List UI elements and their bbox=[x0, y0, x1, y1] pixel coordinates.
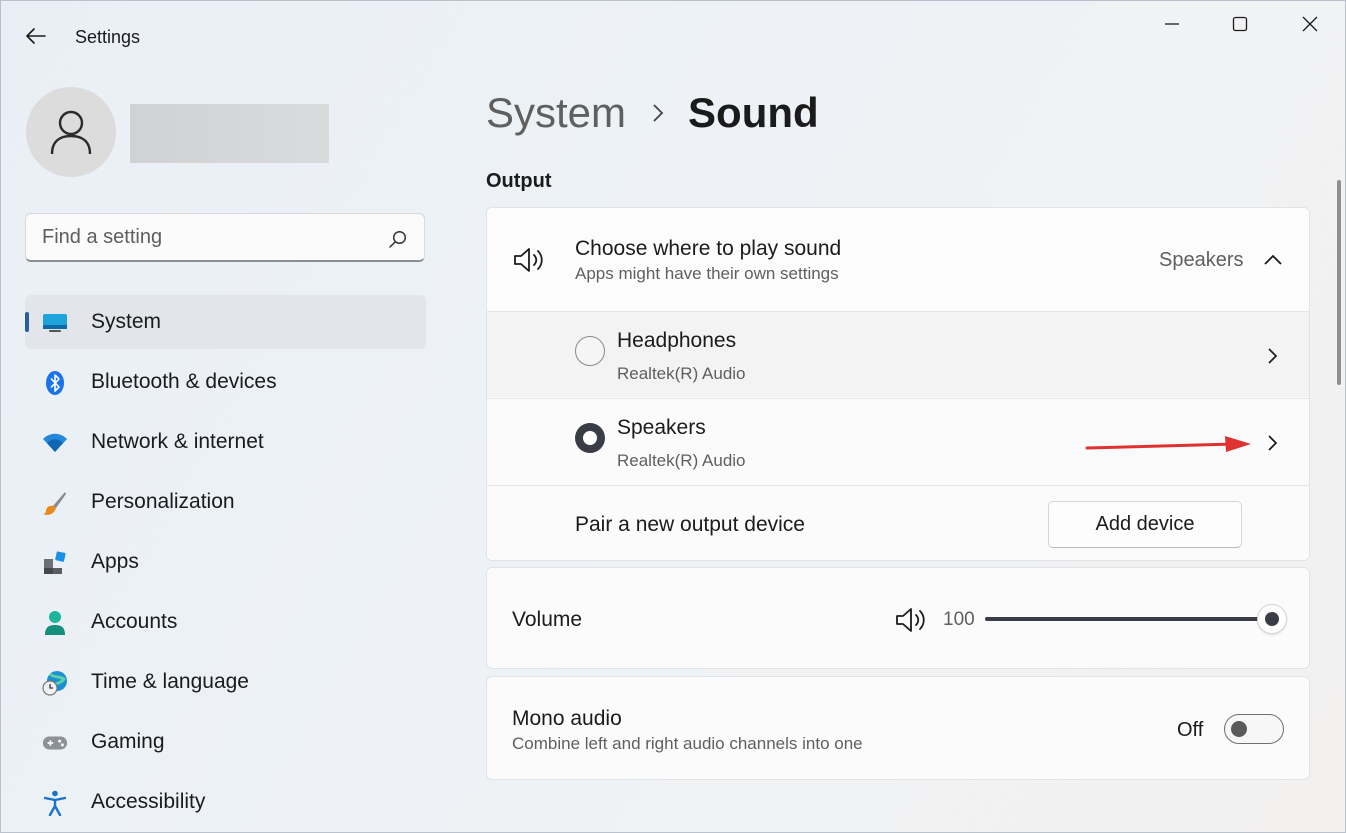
chevron-right-icon[interactable] bbox=[1263, 346, 1283, 366]
minimize-icon bbox=[1165, 23, 1179, 25]
chevron-right-icon[interactable] bbox=[1263, 433, 1283, 453]
maximize-icon bbox=[1232, 16, 1248, 32]
output-card: Choose where to play sound Apps might ha… bbox=[486, 207, 1310, 561]
minimize-button[interactable] bbox=[1138, 0, 1206, 48]
sidebar-item-label: Apps bbox=[91, 550, 139, 573]
system-display-icon bbox=[42, 310, 68, 336]
avatar[interactable] bbox=[26, 87, 116, 177]
page-title: Sound bbox=[688, 89, 819, 136]
sidebar-item-label: Accounts bbox=[91, 610, 178, 633]
sidebar-item-label: Accessibility bbox=[91, 790, 206, 813]
sidebar-item-label: Time & language bbox=[91, 670, 249, 693]
speaker-icon bbox=[514, 248, 543, 272]
paintbrush-icon bbox=[42, 490, 68, 516]
volume-icon[interactable] bbox=[895, 606, 929, 634]
wifi-icon bbox=[42, 430, 68, 456]
mono-audio-card: Mono audio Combine left and right audio … bbox=[486, 676, 1310, 780]
globe-clock-icon bbox=[42, 670, 68, 696]
chevron-right-icon bbox=[652, 103, 664, 123]
bluetooth-icon bbox=[42, 370, 68, 396]
sidebar-item-label: Network & internet bbox=[91, 430, 264, 453]
output-device-headphones[interactable]: Headphones Realtek(R) Audio bbox=[487, 311, 1309, 397]
sidebar-item-apps[interactable]: Apps bbox=[25, 535, 426, 589]
device-name: Headphones bbox=[617, 329, 737, 352]
sidebar-item-accessibility[interactable]: Accessibility bbox=[25, 775, 426, 829]
search-box[interactable] bbox=[25, 213, 425, 262]
sidebar-item-system[interactable]: System bbox=[25, 295, 426, 349]
gamepad-icon bbox=[42, 730, 68, 756]
close-icon bbox=[1302, 16, 1318, 32]
radio-speakers[interactable] bbox=[575, 423, 605, 453]
search-icon[interactable] bbox=[388, 229, 408, 249]
choose-output-title: Choose where to play sound bbox=[575, 237, 842, 260]
breadcrumb: System Sound bbox=[486, 86, 819, 140]
profile-name-redacted bbox=[130, 104, 329, 163]
chevron-up-icon[interactable] bbox=[1262, 250, 1284, 270]
sidebar-item-time-language[interactable]: Time & language bbox=[25, 655, 426, 709]
device-driver: Realtek(R) Audio bbox=[617, 364, 746, 383]
mono-audio-title: Mono audio bbox=[512, 707, 622, 730]
accounts-icon bbox=[42, 610, 68, 636]
sidebar-item-network[interactable]: Network & internet bbox=[25, 415, 426, 469]
mono-audio-state: Off bbox=[1177, 719, 1204, 741]
device-driver: Realtek(R) Audio bbox=[617, 451, 746, 470]
pair-output-row: Pair a new output device Add device bbox=[487, 485, 1309, 560]
sidebar-item-label: Personalization bbox=[91, 490, 235, 513]
sidebar-item-accounts[interactable]: Accounts bbox=[25, 595, 426, 649]
volume-slider-thumb[interactable] bbox=[1257, 604, 1287, 634]
sidebar-item-label: Bluetooth & devices bbox=[91, 370, 277, 393]
sidebar-nav: System Bluetooth & devices Network & int… bbox=[25, 295, 426, 833]
add-device-button[interactable]: Add device bbox=[1048, 501, 1242, 548]
sidebar-item-gaming[interactable]: Gaming bbox=[25, 715, 426, 769]
apps-icon bbox=[42, 550, 68, 576]
volume-card: Volume 100 bbox=[486, 567, 1310, 669]
radio-headphones[interactable] bbox=[575, 336, 605, 366]
choose-output-header[interactable]: Choose where to play sound Apps might ha… bbox=[487, 208, 1309, 310]
search-input[interactable] bbox=[42, 224, 372, 250]
sidebar-item-bluetooth[interactable]: Bluetooth & devices bbox=[25, 355, 426, 409]
active-indicator bbox=[25, 312, 29, 332]
user-icon bbox=[50, 110, 92, 155]
back-arrow-icon bbox=[26, 28, 46, 44]
scrollbar[interactable] bbox=[1337, 180, 1341, 385]
device-name: Speakers bbox=[617, 416, 706, 439]
choose-output-subtitle: Apps might have their own settings bbox=[575, 264, 839, 283]
maximize-button[interactable] bbox=[1206, 0, 1274, 48]
volume-slider-fill bbox=[985, 617, 1265, 621]
pair-output-label: Pair a new output device bbox=[575, 513, 805, 536]
selected-output-value: Speakers bbox=[1159, 249, 1244, 271]
annotation-arrow-icon bbox=[1085, 436, 1251, 452]
section-title-output: Output bbox=[486, 170, 552, 192]
accessibility-icon bbox=[42, 790, 68, 816]
sidebar-item-personalization[interactable]: Personalization bbox=[25, 475, 426, 529]
title-bar: Settings bbox=[0, 0, 1346, 72]
sidebar-item-label: System bbox=[91, 310, 162, 333]
back-button[interactable] bbox=[18, 20, 54, 52]
volume-value: 100 bbox=[943, 609, 975, 630]
app-title: Settings bbox=[75, 27, 141, 47]
breadcrumb-parent-link[interactable]: System bbox=[486, 89, 626, 137]
close-button[interactable] bbox=[1276, 0, 1344, 48]
mono-audio-toggle[interactable] bbox=[1224, 714, 1284, 744]
volume-label: Volume bbox=[512, 608, 583, 631]
volume-slider[interactable] bbox=[985, 617, 1265, 621]
sidebar-item-label: Gaming bbox=[91, 730, 165, 753]
mono-audio-subtitle: Combine left and right audio channels in… bbox=[512, 734, 863, 753]
